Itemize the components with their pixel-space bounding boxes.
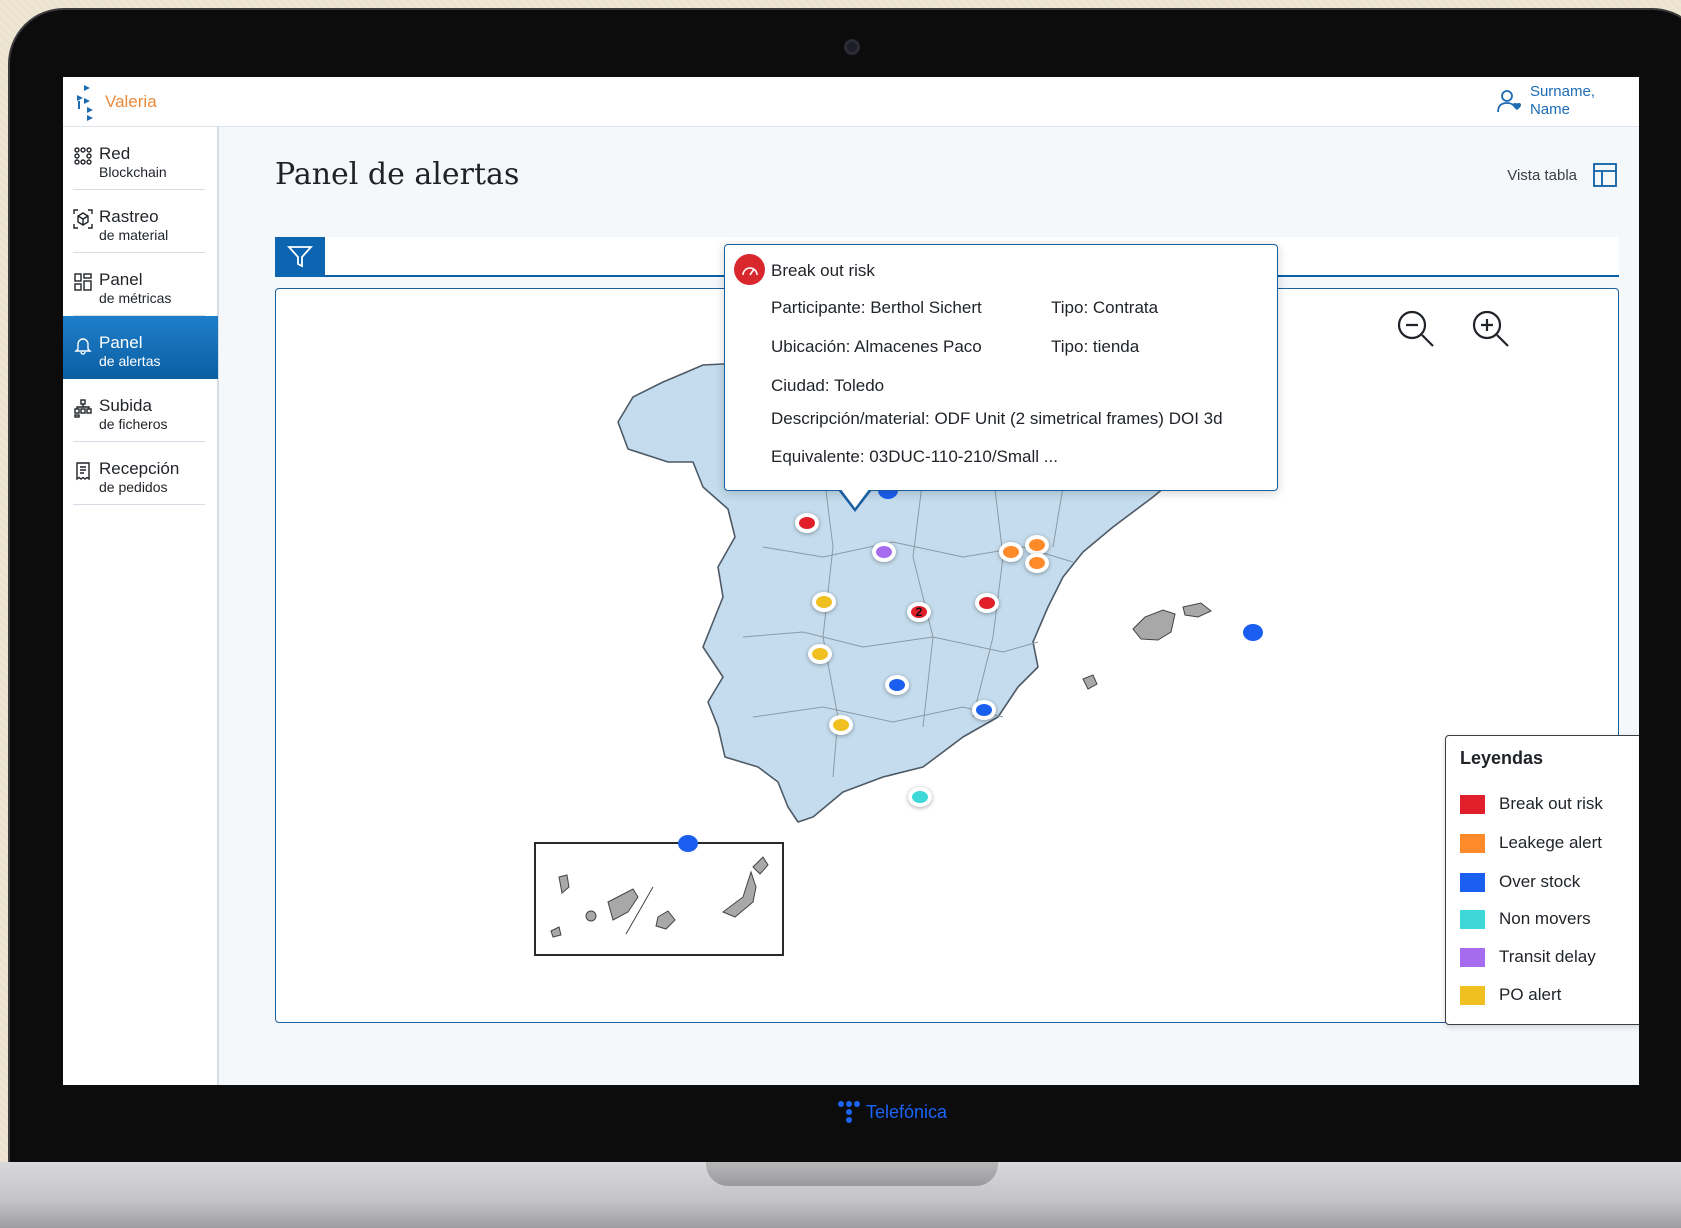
map-marker-non-movers[interactable] [908, 787, 932, 807]
map-marker-transit-delay[interactable] [872, 542, 896, 562]
legend-label: Leakege alert [1499, 833, 1603, 852]
brand-name: Telefónica [866, 1101, 948, 1122]
tooltip-pointer [838, 488, 872, 512]
tooltip-title: Break out risk [771, 261, 875, 280]
balearic-islands-shape [1082, 602, 1212, 690]
map-marker-leakege-alert[interactable] [1025, 553, 1049, 573]
laptop-notch [706, 1162, 998, 1186]
legend-label: PO alert [1499, 985, 1562, 1004]
app-screen: Valeria Surname, Name Red Blockchain Ras… [63, 77, 1639, 1085]
map-marker-break-out-risk[interactable] [795, 513, 819, 533]
legend-item-break-out-risk: Break out risk [1460, 794, 1603, 814]
legend-item-over-stock: Over stock [1460, 872, 1580, 892]
legend-item-po-alert: PO alert [1460, 985, 1561, 1005]
map-legend: Leyendas Break out risk Leakege alert Ov… [1445, 735, 1639, 1025]
canary-islands-inset [534, 842, 784, 956]
legend-title: Leyendas [1460, 748, 1544, 768]
legend-item-transit-delay: Transit delay [1460, 947, 1596, 967]
legend-swatch [1460, 909, 1485, 929]
legend-swatch [1460, 985, 1485, 1005]
tooltip-equivalente: Equivalente: 03DUC-110-210/Small ... [771, 447, 1058, 466]
map-marker-over-stock[interactable] [1243, 624, 1263, 641]
marker-count-badge: 2 [915, 605, 923, 619]
legend-label: Break out risk [1499, 794, 1603, 813]
map-marker-over-stock[interactable] [885, 675, 909, 695]
map-marker-leakege-alert[interactable] [1025, 535, 1049, 555]
map-marker-over-stock[interactable] [678, 835, 698, 852]
legend-swatch [1460, 794, 1485, 814]
map-marker-break-out-risk-cluster[interactable]: 2 [907, 602, 931, 622]
telefonica-logo: Telefónica [838, 1101, 947, 1123]
telefonica-mark-icon [838, 1101, 860, 1123]
tooltip-descripcion: Descripción/material: ODF Unit (2 simetr… [771, 409, 1223, 428]
spain-map[interactable] [63, 77, 1639, 1085]
map-marker-po-alert[interactable] [812, 592, 836, 612]
map-marker-po-alert[interactable] [808, 644, 832, 664]
legend-label: Over stock [1499, 872, 1581, 891]
legend-swatch [1460, 833, 1485, 853]
tooltip-ubicacion: Ubicación: Almacenes Paco [771, 337, 982, 356]
tooltip-ciudad: Ciudad: Toledo [771, 376, 885, 395]
map-marker-leakege-alert[interactable] [999, 542, 1023, 562]
legend-label: Transit delay [1499, 947, 1596, 966]
legend-swatch [1460, 872, 1485, 892]
camera-icon [844, 39, 860, 55]
map-marker-po-alert[interactable] [829, 715, 853, 735]
map-marker-over-stock[interactable] [972, 700, 996, 720]
legend-label: Non movers [1499, 909, 1591, 928]
alert-tooltip: Break out risk Participante: Berthol Sic… [724, 244, 1278, 512]
legend-item-non-movers: Non movers [1460, 909, 1591, 929]
map-marker-break-out-risk[interactable] [975, 593, 999, 613]
legend-item-leakege-alert: Leakege alert [1460, 833, 1602, 853]
tooltip-participante: Participante: Berthol Sichert [771, 298, 982, 317]
legend-swatch [1460, 947, 1485, 967]
tooltip-tipo-contrata: Tipo: Contrata [1051, 298, 1159, 317]
gauge-icon [734, 254, 765, 285]
tooltip-tipo-tienda: Tipo: tienda [1051, 337, 1140, 356]
